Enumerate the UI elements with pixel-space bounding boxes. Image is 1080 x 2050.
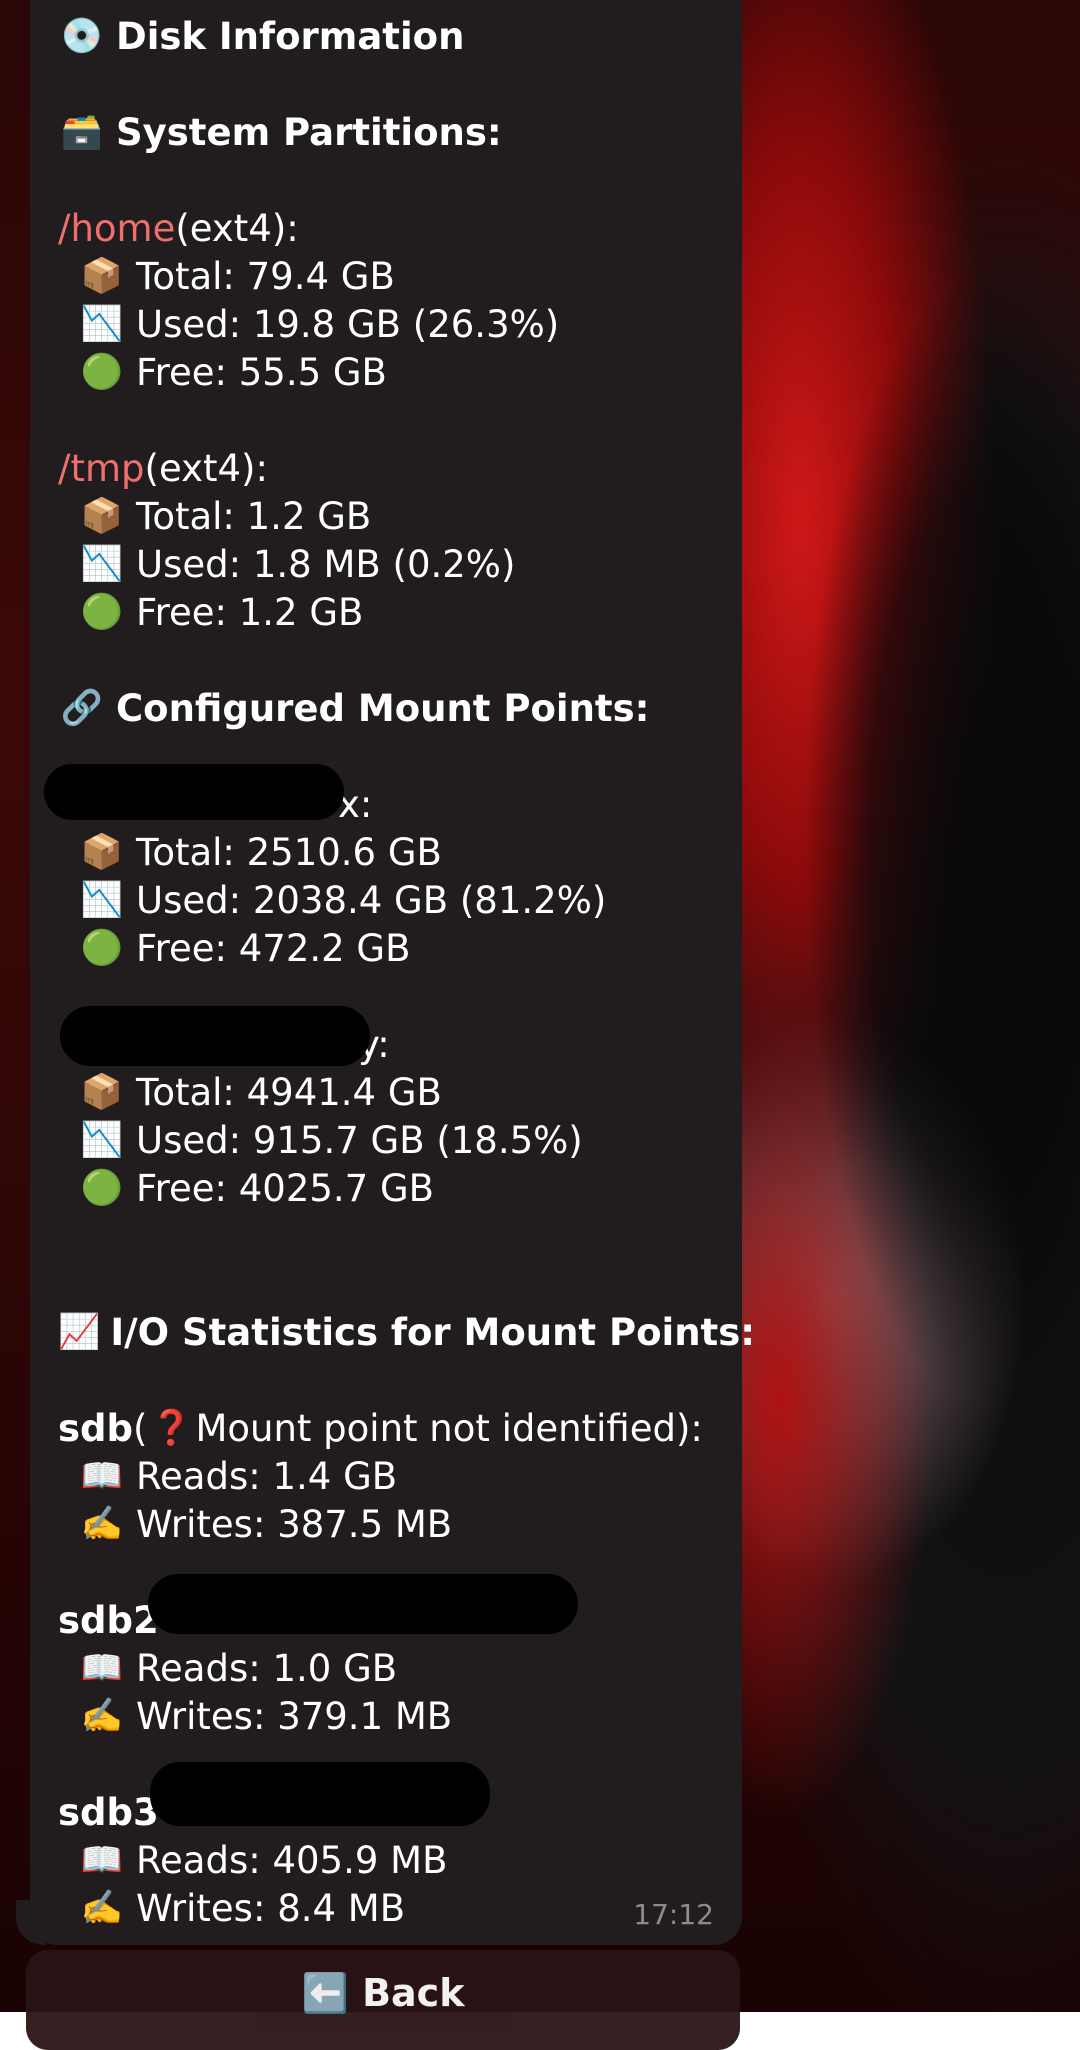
link-icon: 🔗 [60,688,104,728]
chart-decreasing-icon: 📉 [80,544,124,584]
partition-free-text: Free: 55.5 GB [136,350,387,394]
message-title: Disk Information [116,14,465,58]
partition-path[interactable]: /tmp [58,447,145,490]
open-book-icon: 📖 [80,1840,124,1880]
io-reads-text: Reads: 1.4 GB [136,1454,398,1498]
io-note-open: ( [133,1406,148,1450]
back-button[interactable]: ⬅️ Back [26,1950,740,2050]
question-mark-icon: ❓ [150,1408,193,1448]
chart-decreasing-icon: 📉 [80,1120,124,1160]
green-circle-icon: 🟢 [80,1168,124,1208]
redaction-mark [150,1762,490,1826]
message-bubble[interactable]: 💿 Disk Information 🗃️ System Partitions:… [30,0,755,1945]
mount-used-text: Used: 2038.4 GB (81.2%) [136,878,607,922]
mount-free: 🟢 Free: 472.2 GB [58,924,742,972]
io-writes: ✍️ Writes: 387.5 MB [58,1500,742,1548]
io-heading: I/O Statistics for Mount Points: [110,1310,756,1354]
partition-used: 📉 Used: 1.8 MB (0.2%) [58,540,742,588]
mount-free-text: Free: 4025.7 GB [136,1166,435,1210]
package-icon: 📦 [80,256,124,296]
partition-fs: (ext4): [144,446,268,490]
mount-used: 📉 Used: 2038.4 GB (81.2%) [58,876,742,924]
io-note: Mount point not identified): [195,1406,703,1450]
mounts-heading-line: 🔗 Configured Mount Points: [58,684,742,732]
io-device-name: sdb3 [58,1790,159,1834]
redaction-mark [44,764,344,820]
io-device-name: sdb [58,1406,133,1450]
mount-total: 📦 Total: 4941.4 GB [58,1068,742,1116]
card-index-box-icon: 🗃️ [60,112,104,152]
redaction-mark [148,1574,578,1634]
back-button-label: Back [362,1971,465,2015]
io-device-header: sdb ( ❓ Mount point not identified): [58,1404,742,1452]
io-device-name: sdb2 [58,1598,159,1642]
mount-total-text: Total: 2510.6 GB [136,830,442,874]
partition-used: 📉 Used: 19.8 GB (26.3%) [58,300,742,348]
message-timestamp: 17:12 [633,1898,714,1931]
io-reads: 📖 Reads: 1.4 GB [58,1452,742,1500]
partition-header: /home (ext4): [58,204,742,252]
writing-hand-icon: ✍️ [80,1696,124,1736]
message-title-line: 💿 Disk Information [58,12,742,60]
io-writes-text: Writes: 387.5 MB [136,1502,453,1546]
partition-total: 📦 Total: 1.2 GB [58,492,742,540]
io-writes-text: Writes: 379.1 MB [136,1694,453,1738]
package-icon: 📦 [80,1072,124,1112]
redaction-mark [60,1006,370,1066]
partition-used-text: Used: 1.8 MB (0.2%) [136,542,516,586]
mount-used-text: Used: 915.7 GB (18.5%) [136,1118,583,1162]
partition-fs: (ext4): [175,206,299,250]
chart-increasing-icon: 📈 [58,1312,101,1352]
io-reads-text: Reads: 405.9 MB [136,1838,448,1882]
io-heading-line: 📈 I/O Statistics for Mount Points: [58,1308,755,1356]
io-reads: 📖 Reads: 405.9 MB [58,1836,742,1884]
io-writes: ✍️ Writes: 379.1 MB [58,1692,742,1740]
writing-hand-icon: ✍️ [80,1504,124,1544]
mount-free-text: Free: 472.2 GB [136,926,411,970]
chart-decreasing-icon: 📉 [80,304,124,344]
green-circle-icon: 🟢 [80,928,124,968]
chart-decreasing-icon: 📉 [80,880,124,920]
open-book-icon: 📖 [80,1648,124,1688]
writing-hand-icon: ✍️ [80,1888,124,1928]
partition-used-text: Used: 19.8 GB (26.3%) [136,302,560,346]
wallpaper-figure [720,240,1080,1740]
partitions-heading: System Partitions: [116,110,502,154]
mount-total-text: Total: 4941.4 GB [136,1070,442,1114]
disk-icon: 💿 [60,16,104,56]
partition-free-text: Free: 1.2 GB [136,590,364,634]
partition-total-text: Total: 1.2 GB [136,494,372,538]
partition-total: 📦 Total: 79.4 GB [58,252,742,300]
io-reads-text: Reads: 1.0 GB [136,1646,398,1690]
partition-path[interactable]: /home [58,207,175,250]
mounts-heading: Configured Mount Points: [116,686,650,730]
mount-used: 📉 Used: 915.7 GB (18.5%) [58,1116,742,1164]
green-circle-icon: 🟢 [80,352,124,392]
partition-total-text: Total: 79.4 GB [136,254,395,298]
partition-free: 🟢 Free: 1.2 GB [58,588,742,636]
partition-free: 🟢 Free: 55.5 GB [58,348,742,396]
back-arrow-icon: ⬅️ [301,1971,349,2015]
green-circle-icon: 🟢 [80,592,124,632]
mount-free: 🟢 Free: 4025.7 GB [58,1164,742,1212]
open-book-icon: 📖 [80,1456,124,1496]
mount-total: 📦 Total: 2510.6 GB [58,828,742,876]
io-reads: 📖 Reads: 1.0 GB [58,1644,742,1692]
package-icon: 📦 [80,496,124,536]
io-writes-text: Writes: 8.4 MB [136,1886,406,1930]
partition-header: /tmp (ext4): [58,444,742,492]
package-icon: 📦 [80,832,124,872]
partitions-heading-line: 🗃️ System Partitions: [58,108,742,156]
